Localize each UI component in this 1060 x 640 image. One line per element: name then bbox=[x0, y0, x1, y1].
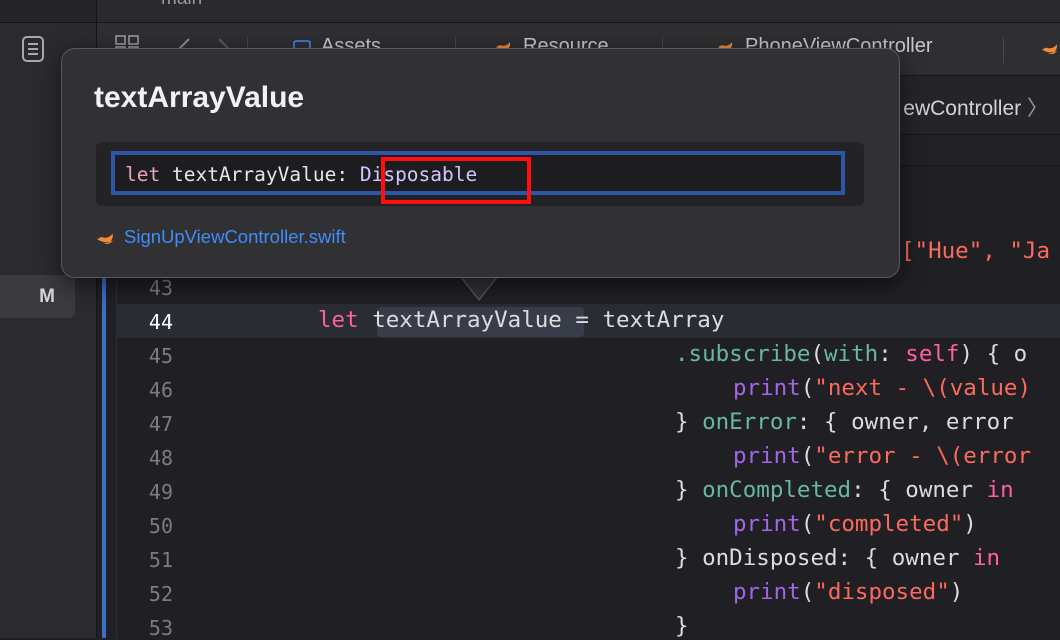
code-token: } onDisposed: { owner bbox=[675, 545, 974, 571]
declaration-box: let textArrayValue: Disposable bbox=[96, 142, 864, 206]
method-token: .subscribe bbox=[675, 341, 811, 367]
code-token: : bbox=[878, 341, 906, 367]
code-token: ) bbox=[963, 511, 977, 537]
code-token: ( bbox=[800, 579, 815, 605]
declaration-name: textArrayValue: bbox=[171, 163, 349, 186]
code-token: } bbox=[675, 477, 703, 503]
code-line-45[interactable]: .subscribe(with: self) { o bbox=[675, 341, 1027, 367]
code-token: ) bbox=[949, 579, 964, 605]
code-line-51[interactable]: } onDisposed: { owner in bbox=[675, 545, 1000, 571]
line-number: 48 bbox=[148, 446, 173, 470]
line-number: 46 bbox=[148, 378, 173, 402]
keyword-token: in bbox=[986, 477, 1014, 503]
annotation-highlight-box bbox=[381, 157, 531, 204]
code-token: : { owner bbox=[851, 477, 987, 503]
code-line-44[interactable]: let textArrayValue = textArray bbox=[318, 307, 724, 333]
keyword-token: in bbox=[973, 545, 1001, 571]
tab-separator bbox=[1003, 37, 1004, 63]
line-number: 45 bbox=[148, 344, 173, 368]
code-token: ( bbox=[800, 443, 815, 469]
code-token: ( bbox=[810, 341, 825, 367]
branch-label: main bbox=[161, 0, 202, 10]
code-line-50[interactable]: print("completed") bbox=[733, 511, 977, 537]
line-number: 43 bbox=[148, 276, 173, 300]
popover-title: textArrayValue bbox=[94, 81, 305, 114]
navigator-header bbox=[0, 0, 96, 23]
code-line-53[interactable]: } bbox=[675, 613, 689, 639]
code-token: ) { o bbox=[959, 341, 1028, 367]
function-token: print bbox=[733, 443, 801, 469]
code-token: ( bbox=[800, 375, 815, 401]
title-bar: main bbox=[97, 0, 1060, 23]
method-token: onCompleted bbox=[702, 477, 852, 503]
swift-file-icon bbox=[97, 233, 113, 244]
line-number-current: 44 bbox=[148, 310, 173, 334]
line-number: 50 bbox=[148, 514, 173, 538]
label-token: with bbox=[824, 341, 879, 367]
string-literal: ["Hue", "Ja bbox=[901, 238, 1051, 264]
quick-help-popover: textArrayValue let textArrayValue: Dispo… bbox=[61, 48, 900, 278]
code-token: ( bbox=[800, 511, 815, 537]
modified-badge[interactable]: M bbox=[0, 275, 75, 318]
string-token: "disposed" bbox=[814, 579, 950, 605]
declaration-highlight-frame: let textArrayValue: Disposable bbox=[111, 151, 845, 204]
identifier-token: textArrayValue bbox=[372, 307, 562, 333]
string-token: "next - \(value) bbox=[814, 375, 1032, 401]
code-line-46[interactable]: print("next - \(value) bbox=[733, 375, 1031, 401]
code-token: } bbox=[675, 409, 703, 435]
source-file-link[interactable]: SignUpViewController.swift bbox=[96, 226, 346, 248]
function-token: print bbox=[733, 375, 801, 401]
keyword-token: let bbox=[318, 307, 359, 333]
line-number: 51 bbox=[148, 548, 173, 572]
declaration-keyword: let bbox=[125, 163, 161, 186]
code-fragment: ["Hue", "Ja bbox=[901, 238, 1050, 264]
code-token: = textArray bbox=[561, 307, 725, 333]
jump-bar-label: ewController bbox=[903, 97, 1022, 120]
jump-bar-current[interactable]: ewController 〉 bbox=[903, 92, 1048, 122]
swift-file-icon[interactable] bbox=[1041, 41, 1060, 56]
code-token: : { owner, error bbox=[796, 409, 1014, 435]
function-token: print bbox=[733, 511, 801, 537]
line-number: 52 bbox=[148, 582, 173, 606]
code-line-48[interactable]: print("error - \(error bbox=[733, 443, 1031, 469]
function-token: print bbox=[733, 579, 801, 605]
declaration-code: let textArrayValue: Disposable bbox=[125, 157, 531, 204]
line-number: 49 bbox=[148, 480, 173, 504]
source-file-name: SignUpViewController.swift bbox=[124, 226, 346, 247]
code-line-49[interactable]: } onCompleted: { owner in bbox=[675, 477, 1014, 503]
string-token: "error - \(error bbox=[814, 443, 1032, 469]
line-number: 53 bbox=[148, 616, 173, 640]
popover-arrow bbox=[460, 276, 498, 301]
chevron-right-icon: 〉 bbox=[1027, 97, 1048, 120]
method-token: onError bbox=[702, 409, 797, 435]
keyword-token: self bbox=[905, 341, 960, 367]
list-document-icon[interactable] bbox=[21, 36, 45, 62]
code-line-47[interactable]: } onError: { owner, error bbox=[675, 409, 1014, 435]
line-number: 47 bbox=[148, 412, 173, 436]
code-line-52[interactable]: print("disposed") bbox=[733, 579, 963, 605]
string-token: "completed" bbox=[814, 511, 964, 537]
code-token: } bbox=[675, 613, 689, 639]
